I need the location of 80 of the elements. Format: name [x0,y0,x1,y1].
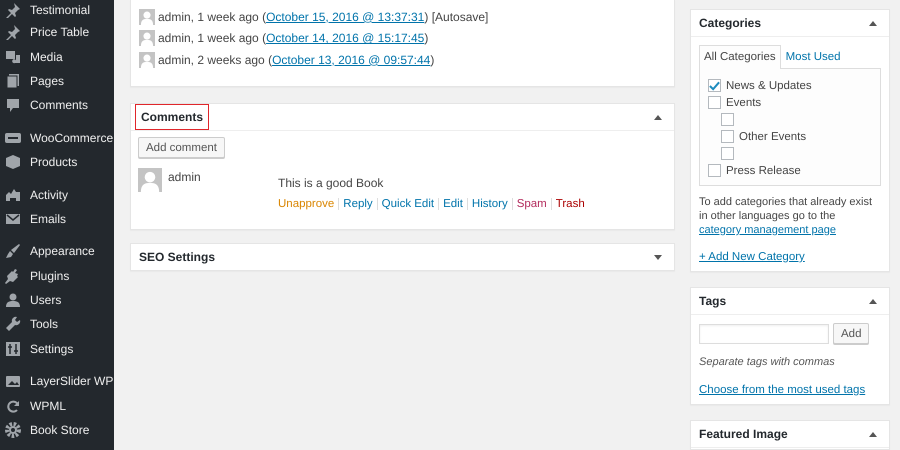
menu-item[interactable]: WPML [0,393,114,418]
menu-item[interactable]: Users [0,288,114,312]
pin-icon [5,24,21,40]
comment-action-link[interactable]: Trash [550,198,589,210]
comment-action-link[interactable]: Spam [512,198,551,210]
checkbox[interactable] [721,130,734,143]
menu-item[interactable]: Testimonial [0,0,114,20]
checkbox[interactable] [708,79,721,92]
revision-date-link[interactable]: October 13, 2016 @ 09:57:44 [272,52,430,67]
category-management-link[interactable]: category management page [699,224,836,236]
menu-item[interactable]: Media [0,44,114,69]
menu-item[interactable]: Products [0,150,114,174]
settings-icon [5,422,21,438]
checkbox[interactable] [708,164,721,177]
menu-item[interactable]: WooCommerce [0,126,114,150]
pin-icon [5,2,21,18]
comment-action-link[interactable]: Reply [338,198,377,210]
sliders-icon [5,340,21,357]
panel-title: Tags [699,293,726,310]
pages-icon [5,72,21,89]
image-icon [5,373,21,390]
panel-toggle-button[interactable] [652,252,664,262]
category-note: To add categories that already exist in other languages go to the category management page [699,195,874,237]
wrench-icon [5,316,21,332]
category-label: Events [726,96,762,108]
comment-text: This is a good Book [278,176,384,190]
comment-action-link[interactable]: History [466,198,512,210]
media-icon [5,48,21,65]
comment-action-link[interactable]: Edit [438,198,467,210]
category-label: Press Release [726,164,801,176]
category-label: Other Events [739,130,806,142]
panel-toggle-button[interactable] [652,112,664,122]
avatar-icon [139,30,155,46]
checkmark-icon [709,80,720,90]
menu-item[interactable]: Settings [0,336,114,362]
plug-icon [5,268,21,284]
menu-item[interactable]: LayerSlider WP [0,369,114,394]
revision-date-link[interactable]: October 15, 2016 @ 13:37:31 [266,10,424,24]
most-used-tags-link[interactable]: Choose from the most used tags [699,384,866,396]
menu-item[interactable]: Appearance [0,239,114,264]
user-icon [5,292,21,308]
panel-title: Comments [135,104,210,130]
panel-toggle-button[interactable] [867,296,879,306]
menu-item[interactable]: Plugins [0,264,114,288]
checkbox[interactable] [708,96,721,109]
panel-title: Featured Image [699,426,788,443]
menu-item[interactable]: Emails [0,206,114,232]
revision-entry: admin, 1 week ago (October 15, 2016 @ 13:37:31) [Autosave] [158,10,488,24]
avatar-icon [139,52,155,68]
panel-toggle-button[interactable] [867,18,879,28]
menu-item[interactable]: Book Store [0,418,114,442]
comment-icon [5,97,21,114]
revision-date-link[interactable]: October 14, 2016 @ 15:17:45 [266,31,424,46]
avatar-icon [138,168,162,192]
panel-title: Categories [699,15,762,32]
category-tab[interactable]: All Categories [699,45,781,69]
add-new-category-link[interactable]: + Add New Category [699,251,805,263]
add-comment-button[interactable]: Add comment [138,137,225,158]
add-tag-button[interactable]: Add [833,323,870,344]
menu-item[interactable]: Pages [0,68,114,94]
category-tab[interactable]: Most Used [780,45,846,68]
revision-entry: admin, 1 week ago (October 14, 2016 @ 15:17:45) [158,31,428,46]
menu-item[interactable]: Tools [0,312,114,337]
checkbox[interactable] [721,113,734,126]
menu-item[interactable]: Comments [0,93,114,118]
comment-author: admin [168,170,202,186]
menu-item[interactable]: Activity [0,182,114,207]
brush-icon [5,243,21,260]
loop-icon [5,398,21,414]
revision-entry: admin, 2 weeks ago (October 13, 2016 @ 09:57:44) [158,52,434,67]
avatar-icon [139,8,155,25]
menu-item[interactable]: Price Table [0,20,114,44]
category-label: News & Updates [726,80,812,92]
tag-input-field[interactable] [699,324,829,344]
tags-hint: Separate tags with commas [699,356,836,368]
comment-action-link[interactable]: Quick Edit [376,198,438,210]
panel-title: SEO Settings [139,249,216,266]
box-icon [5,154,21,170]
panel-toggle-button[interactable] [867,430,879,438]
checkbox[interactable] [721,147,734,160]
